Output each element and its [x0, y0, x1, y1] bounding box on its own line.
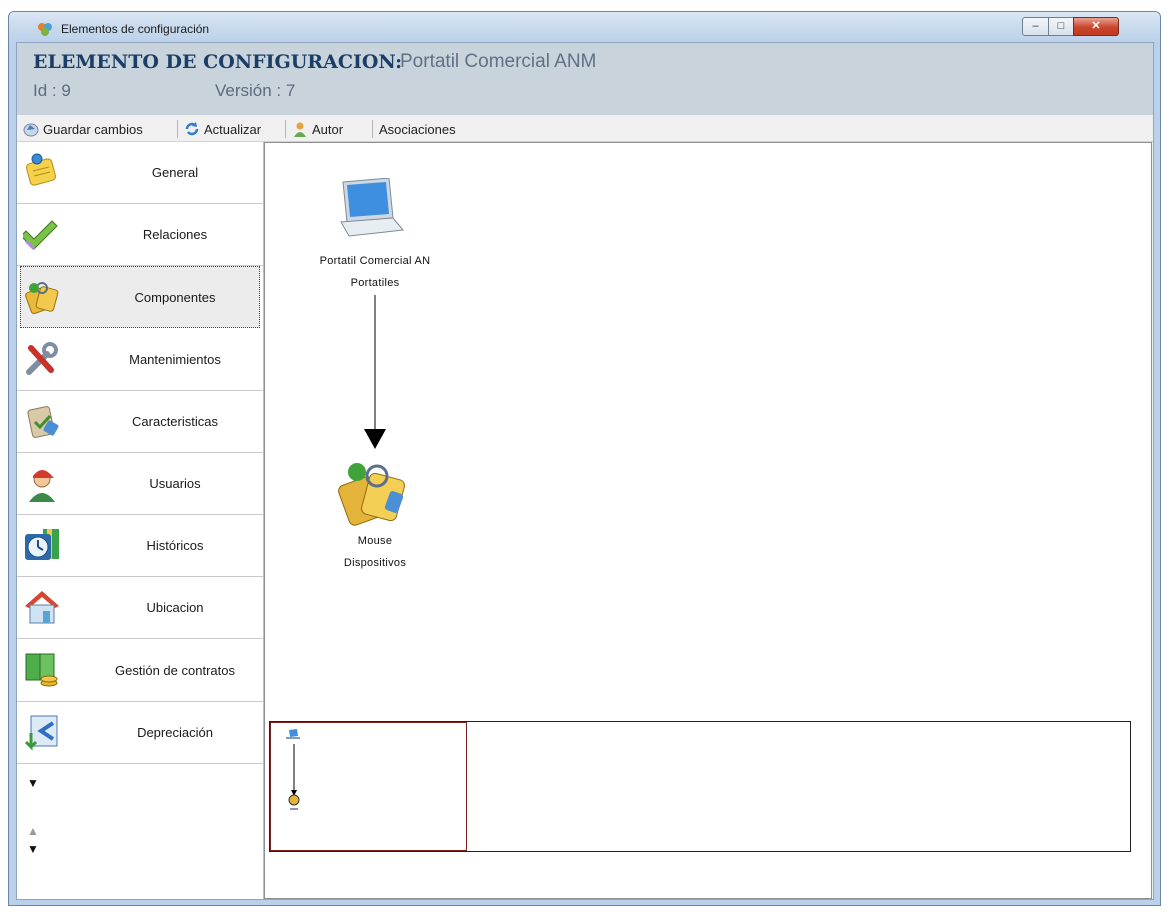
close-icon: ✕ [1091, 20, 1101, 32]
app-window: Elementos de configuración – □ ✕ ELEMENT… [8, 11, 1161, 906]
tags-icon[interactable] [337, 458, 415, 530]
sidebar-item-relaciones[interactable]: Relaciones [17, 204, 263, 266]
maximize-icon: □ [1057, 20, 1065, 32]
id-field: Id : 9 [33, 81, 71, 100]
node-category: Dispositivos [343, 557, 407, 569]
save-button[interactable]: Guardar cambios [23, 120, 143, 138]
sidebar-item-componentes[interactable]: Componentes [20, 266, 260, 328]
maximize-button[interactable]: □ [1048, 17, 1074, 36]
sidebar: General Relaciones Componentes Mantenimi… [17, 142, 264, 899]
title-bar[interactable]: Elementos de configuración – □ ✕ [9, 12, 1160, 42]
scroll-down-icon[interactable]: ▼ [27, 842, 39, 856]
overview-diagram-thumbnail [286, 729, 300, 810]
sidebar-item-label: Componentes [134, 290, 216, 305]
author-button[interactable]: Autor [292, 120, 343, 138]
associations-label: Asociaciones [379, 121, 456, 137]
double-check-icon [23, 220, 58, 251]
author-label: Autor [312, 121, 344, 137]
toolbar-separator [285, 120, 286, 138]
sidebar-item-label: Relaciones [142, 227, 208, 242]
sidebar-item-mantenimientos[interactable]: Mantenimientos [17, 329, 263, 391]
sidebar-item-label: Ubicacion [146, 600, 204, 615]
sidebar-item-general[interactable]: General [17, 142, 263, 204]
depreciation-icon [24, 715, 58, 751]
sidebar-item-historicos[interactable]: Históricos [17, 515, 263, 577]
app-icon [38, 23, 52, 36]
diagram-overview[interactable] [269, 721, 1131, 852]
window-title: Elementos de configuración [61, 22, 210, 36]
client-area: ELEMENTO DE CONFIGURACION: Portatil Come… [16, 42, 1154, 900]
ci-header-label: ELEMENTO DE CONFIGURACION: [33, 51, 403, 73]
node-category: Portatiles [350, 277, 400, 289]
sidebar-item-label: Depreciación [137, 725, 213, 740]
version-field: Versión : 7 [215, 81, 296, 100]
sidebar-item-caracteristicas[interactable]: Caracteristicas [17, 391, 263, 453]
toolbar-separator [372, 120, 373, 138]
node-name: Portatil Comercial AN [319, 255, 431, 267]
refresh-icon [185, 122, 199, 136]
refresh-button[interactable]: Actualizar [184, 120, 261, 138]
relation-arrow [364, 295, 386, 449]
money-icon [25, 653, 58, 687]
id-label: Id [33, 81, 48, 100]
sidebar-item-depreciacion[interactable]: Depreciación [17, 702, 263, 764]
version-value: 7 [285, 81, 296, 100]
scroll-up-icon[interactable]: ▲ [27, 824, 39, 838]
save-icon [23, 123, 39, 137]
house-icon [25, 591, 59, 624]
close-button[interactable]: ✕ [1073, 17, 1119, 36]
sidebar-item-label: Mantenimientos [129, 352, 221, 367]
clipboard-check-icon [27, 406, 59, 438]
clock-icon [25, 529, 59, 560]
version-label: Versión [215, 81, 272, 100]
node-name: Mouse [357, 535, 393, 547]
minimize-button[interactable]: – [1022, 17, 1049, 36]
tools-icon [26, 342, 58, 375]
sidebar-item-label: Caracteristicas [132, 414, 218, 429]
refresh-label: Actualizar [204, 121, 262, 137]
sidebar-item-label: Usuarios [149, 476, 201, 491]
relations-diagram[interactable]: Portatil Comercial AN Portatiles Mouse D… [264, 142, 1152, 899]
sidebar-item-label: Gestión de contratos [115, 663, 235, 678]
sidebar-item-label: General [151, 165, 199, 180]
scroll-down-icon[interactable]: ▼ [27, 776, 39, 790]
user-icon [29, 470, 55, 502]
toolbar: Guardar cambios Actualizar Autor Asociac… [17, 115, 1153, 142]
ci-header: ELEMENTO DE CONFIGURACION: Portatil Come… [17, 43, 1153, 115]
notepad-pencil-icon [25, 153, 57, 186]
associations-button[interactable]: Asociaciones [379, 120, 456, 138]
ci-header-value: Portatil Comercial ANM [400, 51, 597, 72]
tags-icon [25, 282, 59, 315]
author-icon [294, 122, 306, 137]
sidebar-item-usuarios[interactable]: Usuarios [17, 453, 263, 515]
toolbar-separator [177, 120, 178, 138]
id-value: 9 [61, 81, 71, 100]
sidebar-item-gestion-de-contratos[interactable]: Gestión de contratos [17, 640, 263, 702]
sidebar-item-ubicacion[interactable]: Ubicacion [17, 577, 263, 639]
save-label: Guardar cambios [43, 121, 143, 137]
laptop-icon[interactable] [335, 178, 405, 238]
minimize-icon: – [1032, 20, 1039, 32]
sidebar-item-label: Históricos [146, 538, 204, 553]
